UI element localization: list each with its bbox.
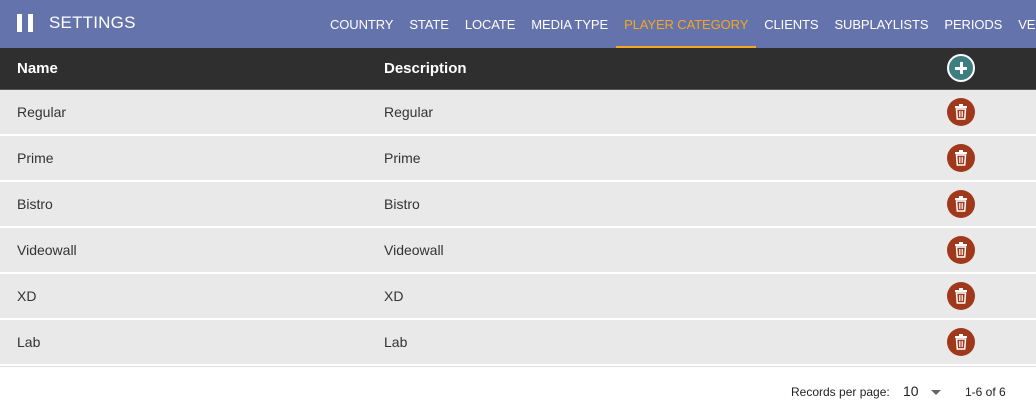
- cell-description: XD: [384, 288, 404, 304]
- table-row[interactable]: Bistro Bistro: [0, 182, 1036, 228]
- tab-player-category[interactable]: PLAYER CATEGORY: [616, 0, 757, 48]
- tab-media-type[interactable]: MEDIA TYPE: [523, 0, 616, 48]
- cell-name: Lab: [17, 334, 41, 350]
- table-body: Regular Regular Prime Prime Bistro Bistro Vide…: [0, 90, 1036, 366]
- tab-subplaylists[interactable]: SUBPLAYLISTS: [826, 0, 936, 48]
- records-per-page-label: Records per page:: [791, 385, 890, 399]
- add-category-button[interactable]: [947, 54, 975, 82]
- table-row[interactable]: Regular Regular: [0, 90, 1036, 136]
- tab-version[interactable]: VERSION: [1010, 0, 1036, 48]
- cell-description: Videowall: [384, 242, 444, 258]
- cell-name: Bistro: [17, 196, 53, 212]
- delete-button[interactable]: [947, 190, 975, 218]
- cell-description: Bistro: [384, 196, 420, 212]
- tab-state[interactable]: STATE: [401, 0, 456, 48]
- tab-locate[interactable]: LOCATE: [457, 0, 523, 48]
- tab-periods[interactable]: PERIODS: [936, 0, 1010, 48]
- cell-description: Regular: [384, 104, 434, 120]
- pause-icon[interactable]: [17, 14, 33, 32]
- settings-tabs: COUNTRY STATE LOCATE MEDIA TYPE PLAYER CATEG…: [322, 0, 1036, 48]
- table-pagination: Records per page: 10 1-6 of 6: [0, 366, 1036, 414]
- pagination-range: 1-6 of 6: [965, 385, 1006, 399]
- cell-name: Prime: [17, 150, 54, 166]
- tab-clients[interactable]: CLIENTS: [756, 0, 826, 48]
- table-row[interactable]: Prime Prime: [0, 136, 1036, 182]
- settings-app: SETTINGS COUNTRY STATE LOCATE MEDIA TYPE PLA…: [0, 0, 1036, 414]
- cell-description: Lab: [384, 334, 408, 350]
- records-per-page-select[interactable]: 10: [903, 383, 947, 401]
- table-row[interactable]: Lab Lab: [0, 320, 1036, 366]
- table-row[interactable]: Videowall Videowall: [0, 228, 1036, 274]
- cell-name: XD: [17, 288, 37, 304]
- column-header-description[interactable]: Description: [384, 60, 467, 77]
- caret-down-icon: [931, 390, 941, 395]
- cell-name: Videowall: [17, 242, 77, 258]
- delete-button[interactable]: [947, 144, 975, 172]
- table-row[interactable]: XD XD: [0, 274, 1036, 320]
- delete-button[interactable]: [947, 282, 975, 310]
- column-header-name[interactable]: Name: [17, 60, 58, 77]
- delete-button[interactable]: [947, 236, 975, 264]
- tab-country[interactable]: COUNTRY: [322, 0, 401, 48]
- delete-button[interactable]: [947, 98, 975, 126]
- cell-description: Prime: [384, 150, 421, 166]
- cell-name: Regular: [17, 104, 67, 120]
- delete-button[interactable]: [947, 328, 975, 356]
- table-header: Name Description: [0, 48, 1036, 90]
- records-per-page-value: 10: [903, 383, 919, 399]
- page-title: SETTINGS: [49, 13, 136, 32]
- player-category-table: Name Description Regular Regular Prime Prim…: [0, 48, 1036, 366]
- top-app-bar: SETTINGS COUNTRY STATE LOCATE MEDIA TYPE PLA…: [0, 0, 1036, 48]
